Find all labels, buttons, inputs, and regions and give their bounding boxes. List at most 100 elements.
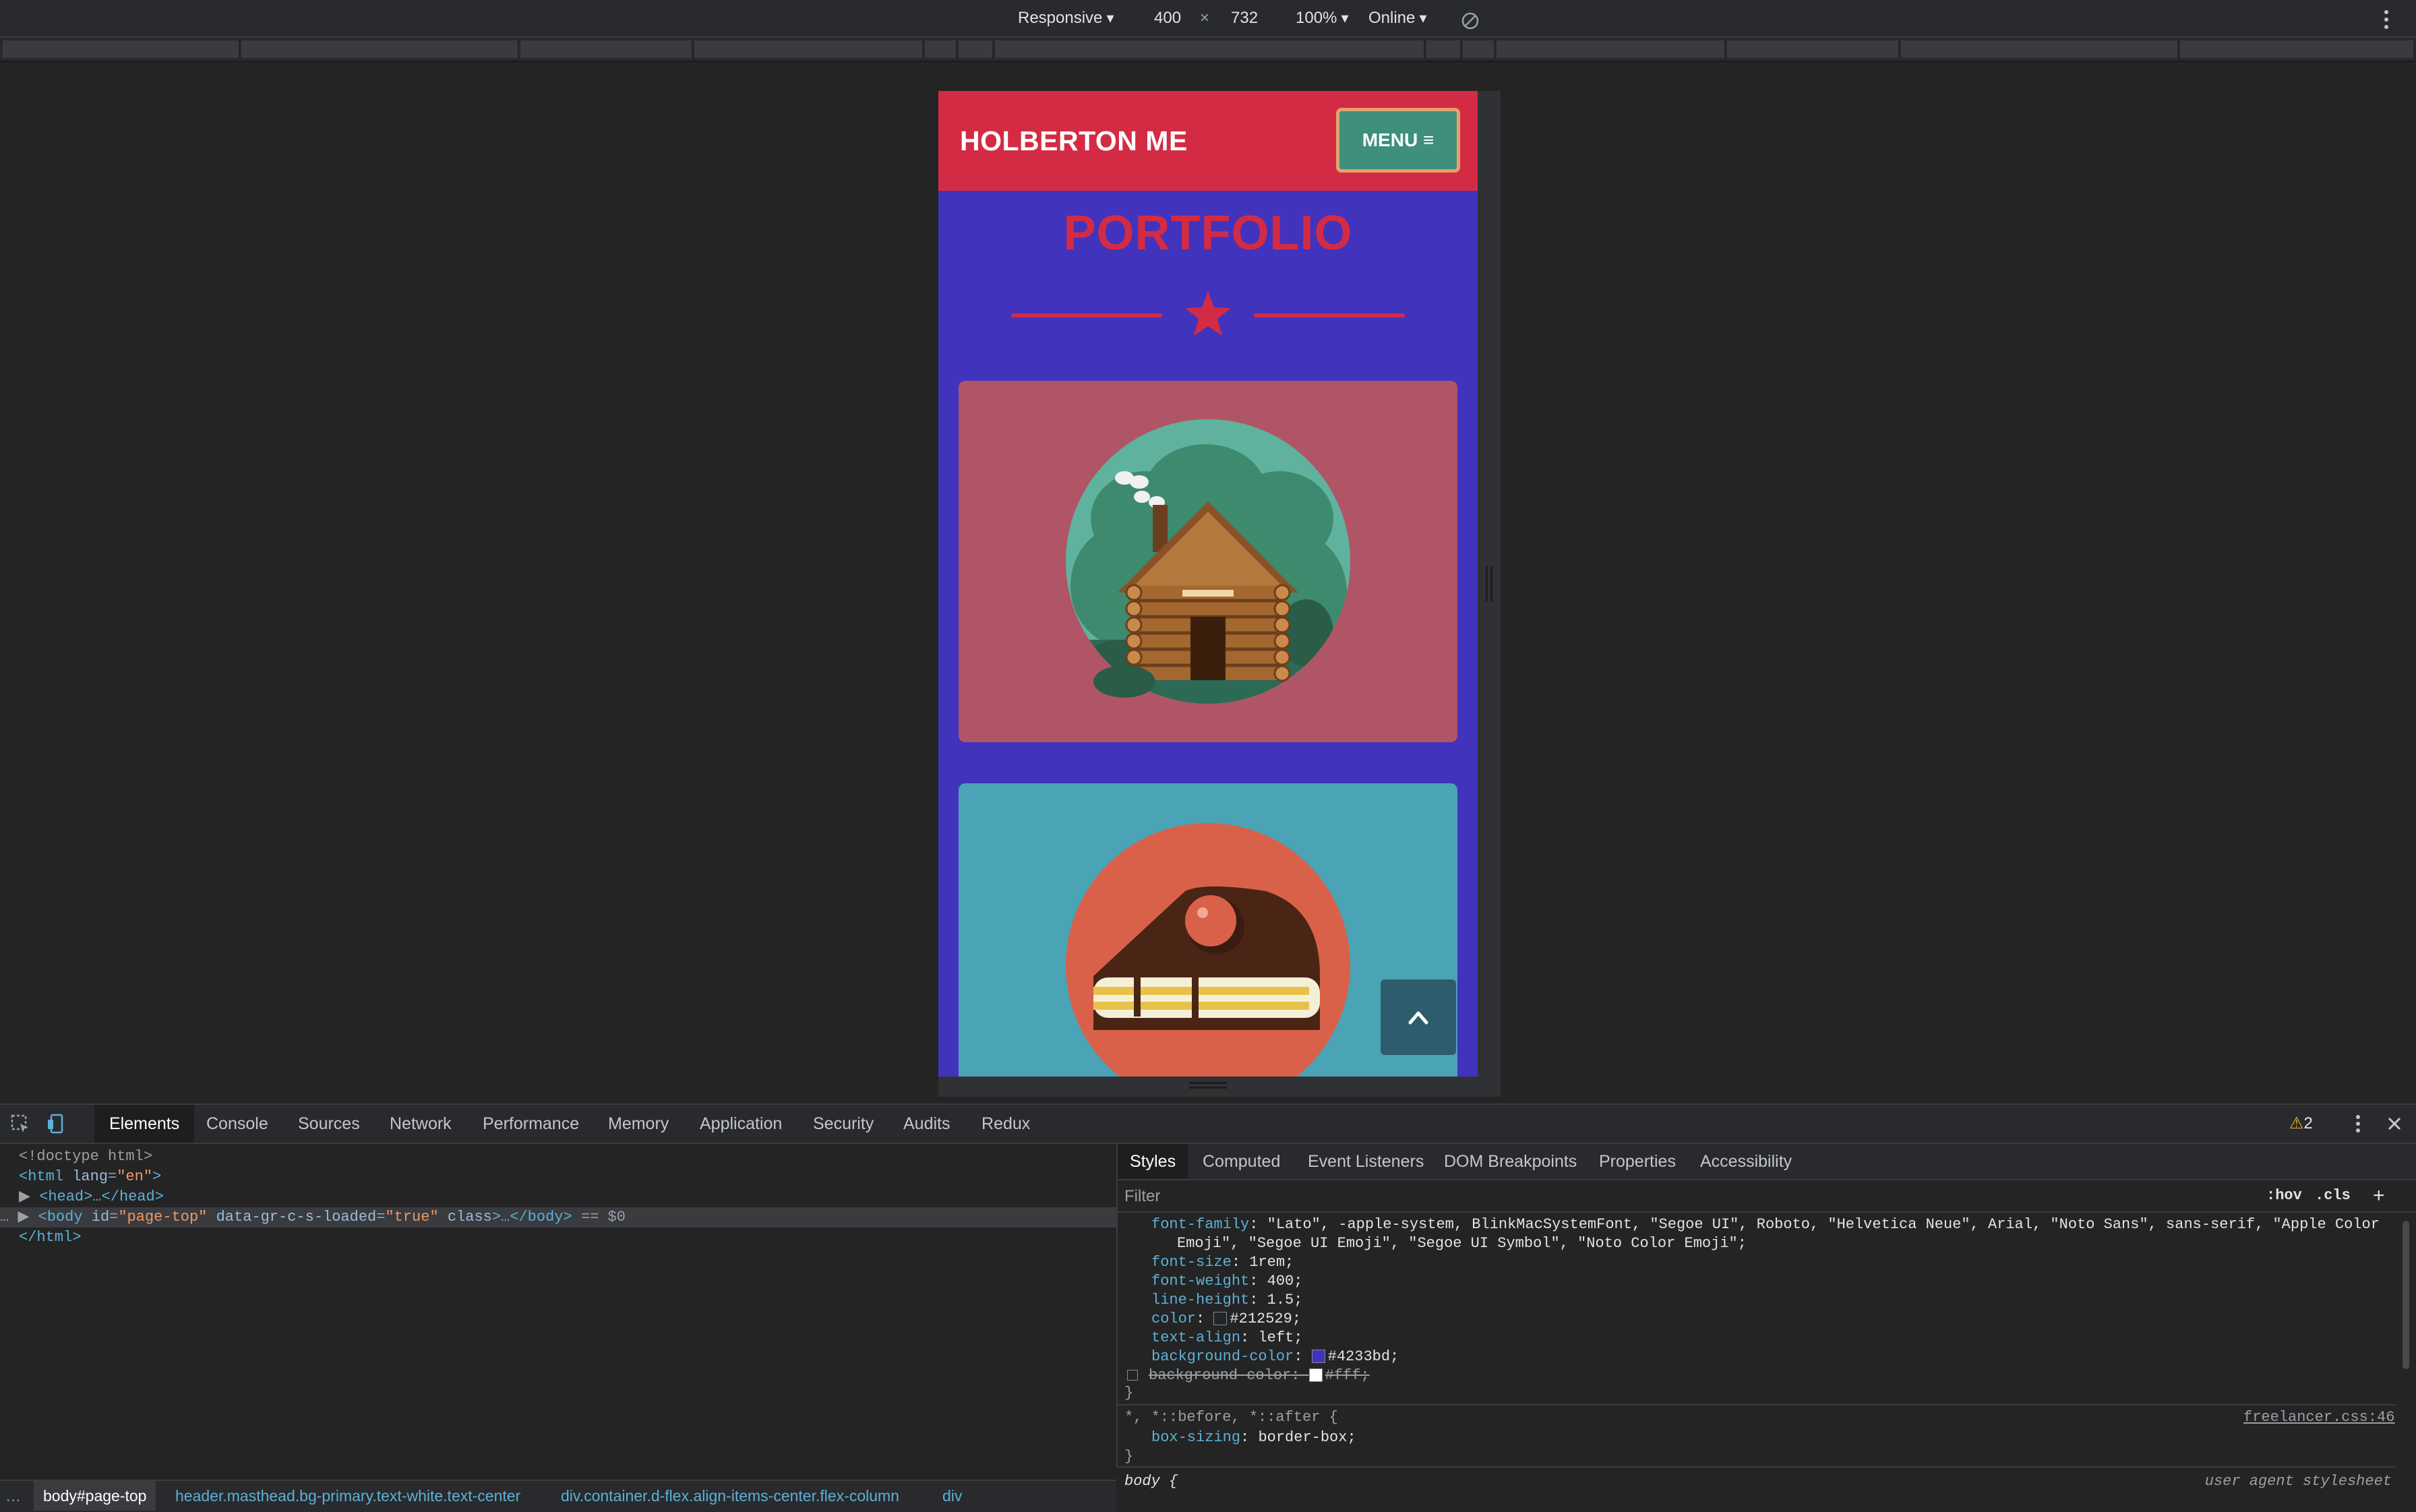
portfolio-item-cabin[interactable] (959, 381, 1457, 742)
breadcrumb-div[interactable]: div (942, 1481, 962, 1511)
tab-properties[interactable]: Properties (1599, 1144, 1676, 1179)
css-rule-close: } (1124, 1385, 1134, 1401)
css-box-sizing[interactable]: box-sizing: border-box; (1151, 1428, 2416, 1447)
tab-audits[interactable]: Audits (903, 1105, 950, 1143)
breadcrumb: … body#page-top header.masthead.bg-prima… (0, 1480, 1116, 1512)
more-options-icon[interactable] (2380, 7, 2393, 32)
viewport-resize-handle-bottom[interactable] (938, 1077, 1501, 1097)
zoom-select[interactable]: 100% (1296, 5, 1349, 31)
css-background-color-disabled[interactable]: background-color: #fff; (1127, 1366, 2408, 1385)
class-toggle[interactable]: .cls (2315, 1180, 2351, 1211)
scroll-to-top-button[interactable] (1381, 979, 1456, 1055)
close-icon[interactable] (2384, 1113, 2405, 1135)
media-query-segment[interactable] (694, 40, 924, 58)
tab-application[interactable]: Application (700, 1105, 782, 1143)
styles-scrollbar[interactable] (2397, 1214, 2415, 1463)
warnings-badge[interactable]: ⚠2 (2289, 1105, 2313, 1143)
dom-body-selected[interactable]: … ▶ <body id="page-top" data-gr-c-s-load… (0, 1207, 1116, 1228)
viewport-width-input[interactable]: 400 (1154, 5, 1181, 31)
color-swatch[interactable] (1311, 1350, 1325, 1364)
tab-accessibility[interactable]: Accessibility (1700, 1144, 1792, 1179)
tab-event-listeners[interactable]: Event Listeners (1308, 1144, 1424, 1179)
tab-elements[interactable]: Elements (94, 1105, 195, 1143)
tab-dom-breakpoints[interactable]: DOM Breakpoints (1444, 1144, 1577, 1179)
user-agent-stylesheet-label: user agent stylesheet (2204, 1473, 2392, 1490)
css-text-align[interactable]: text-align: left; (1151, 1329, 2416, 1348)
color-swatch[interactable] (1308, 1368, 1323, 1383)
devtools-menu-icon[interactable] (2347, 1113, 2369, 1135)
divider-line-right (1254, 313, 1405, 317)
css-font-family[interactable]: font-family: "Lato", -apple-system, Blin… (1151, 1215, 2416, 1234)
hover-state-toggle[interactable]: :hov (2266, 1180, 2302, 1211)
inspect-element-icon[interactable] (9, 1113, 31, 1135)
viewport-height-input[interactable]: 732 (1231, 5, 1258, 31)
css-background-color[interactable]: background-color: #4233bd; (1151, 1348, 2416, 1366)
tab-memory[interactable]: Memory (608, 1105, 669, 1143)
brand-logo-text[interactable]: HOLBERTON ME (960, 118, 1188, 164)
tab-redux[interactable]: Redux (982, 1105, 1030, 1143)
media-query-segment[interactable] (241, 40, 519, 58)
elements-dom-tree: <!doctype html> <html lang="en"> ▶ <head… (0, 1144, 1116, 1468)
cake-illustration (1066, 823, 1350, 1077)
device-toolbar-toggle-icon[interactable] (46, 1113, 67, 1135)
media-query-segment[interactable] (1463, 40, 1495, 58)
portfolio-heading: PORTFOLIO (1063, 206, 1353, 260)
color-swatch[interactable] (1213, 1312, 1228, 1326)
dom-doctype[interactable]: <!doctype html> (19, 1147, 1135, 1167)
new-style-rule-button[interactable]: + (2373, 1180, 2385, 1211)
tab-computed[interactable]: Computed (1203, 1144, 1280, 1179)
breadcrumb-header[interactable]: header.masthead.bg-primary.text-white.te… (175, 1481, 520, 1511)
device-select[interactable]: Responsive (1018, 5, 1114, 31)
media-query-segment[interactable] (520, 40, 693, 58)
dom-html-open[interactable]: <html lang="en"> (19, 1167, 1135, 1187)
media-query-segment[interactable] (959, 40, 994, 58)
rotate-icon[interactable] (1460, 8, 1480, 34)
device-toolbar: Responsive 400 × 732 100% Online (0, 0, 2416, 38)
breadcrumb-body[interactable]: body#page-top (34, 1481, 156, 1511)
rule-divider (1118, 1404, 2396, 1405)
css-color[interactable]: color: #212529; (1151, 1310, 2416, 1329)
devtools-panel: Elements Console Sources Network Perform… (0, 1103, 2416, 1512)
css-font-size[interactable]: font-size: 1rem; (1151, 1253, 2416, 1272)
tab-styles[interactable]: Styles (1118, 1144, 1188, 1179)
site-header: HOLBERTON ME MENU ≡ (938, 91, 1478, 191)
divider-line-left (1011, 313, 1162, 317)
chevron-up-icon (1408, 1011, 1428, 1025)
media-query-segment[interactable] (995, 40, 1425, 58)
rule-divider (1118, 1466, 2396, 1468)
network-throttle-select[interactable]: Online (1368, 5, 1427, 31)
styles-sidebar: Styles Computed Event Listeners DOM Brea… (1116, 1144, 2416, 1490)
warning-icon: ⚠ (2289, 1114, 2304, 1132)
css-universal-selector[interactable]: *, *::before, *::after { (1124, 1408, 2405, 1427)
tab-security[interactable]: Security (813, 1105, 874, 1143)
media-query-segment[interactable] (925, 40, 957, 58)
property-checkbox[interactable] (1127, 1370, 1138, 1381)
tab-network[interactable]: Network (390, 1105, 452, 1143)
breadcrumb-more[interactable]: … (5, 1481, 21, 1511)
styles-filter-input[interactable] (1123, 1184, 2245, 1209)
stylesheet-link[interactable]: freelancer.css:46 (2243, 1408, 2394, 1427)
styles-filter-row: :hov .cls + (1118, 1180, 2416, 1213)
tab-performance[interactable]: Performance (483, 1105, 579, 1143)
css-rule-close: } (1124, 1448, 1134, 1465)
tab-sources[interactable]: Sources (298, 1105, 360, 1143)
breadcrumb-container[interactable]: div.container.d-flex.align-items-center.… (561, 1481, 899, 1511)
tab-console[interactable]: Console (206, 1105, 268, 1143)
menu-button[interactable]: MENU ≡ (1336, 108, 1460, 173)
star-icon (1185, 291, 1231, 336)
css-font-family-cont: Emoji", "Segoe UI Emoji", "Segoe UI Symb… (1177, 1235, 1747, 1252)
media-query-segment[interactable] (1901, 40, 2179, 58)
media-query-segment[interactable] (1426, 40, 1461, 58)
dom-head[interactable]: ▶ <head>…</head> (19, 1187, 1135, 1207)
css-font-weight[interactable]: font-weight: 400; (1151, 1272, 2416, 1291)
dimension-separator: × (1200, 9, 1210, 27)
dom-html-close[interactable]: </html> (19, 1228, 1135, 1248)
media-query-bar (0, 38, 2416, 62)
media-query-segment[interactable] (1497, 40, 1726, 58)
styles-tab-bar: Styles Computed Event Listeners DOM Brea… (1118, 1144, 2416, 1180)
media-query-segment[interactable] (2180, 40, 2415, 58)
viewport-resize-handle-right[interactable] (1478, 91, 1501, 1077)
css-line-height[interactable]: line-height: 1.5; (1151, 1291, 2416, 1310)
media-query-segment[interactable] (3, 40, 240, 58)
media-query-segment[interactable] (1727, 40, 1900, 58)
